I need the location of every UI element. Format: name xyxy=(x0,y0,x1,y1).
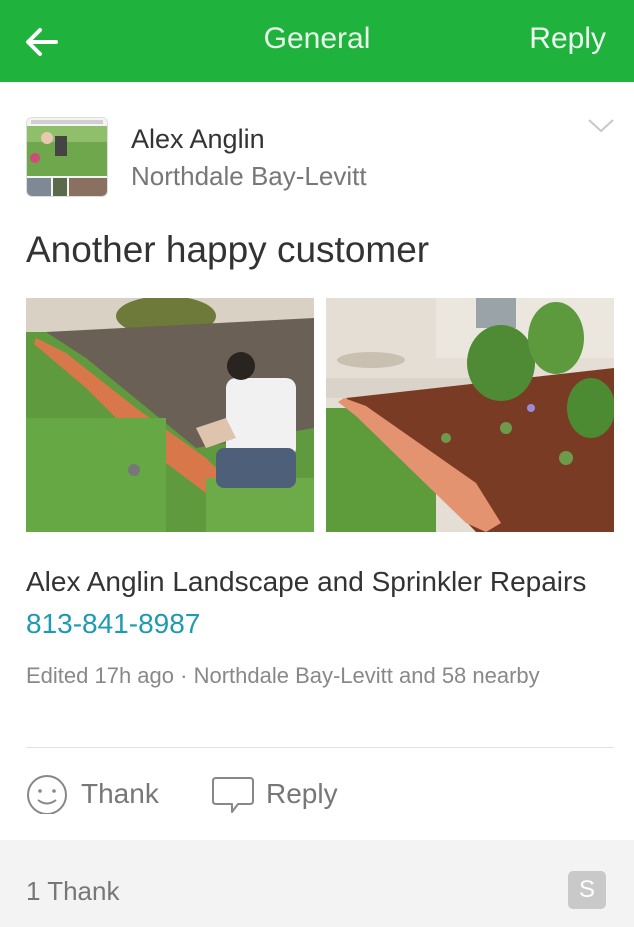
divider xyxy=(26,747,614,748)
post-body-text: Alex Anglin Landscape and Sprinkler Repa… xyxy=(26,566,587,597)
landscaper-photo-image xyxy=(26,298,314,532)
chevron-down-icon[interactable] xyxy=(586,116,616,136)
post-meta: Edited 17h ago · Northdale Bay-Levitt an… xyxy=(26,663,540,688)
post-subject: Another happy customer xyxy=(26,229,430,270)
avatar[interactable] xyxy=(26,117,108,197)
thanker-avatar-badge[interactable]: S xyxy=(568,871,606,909)
thank-label: Thank xyxy=(81,778,159,809)
thanks-footer: 1 Thank S xyxy=(0,840,634,927)
smiley-icon xyxy=(27,775,67,814)
avatar-image xyxy=(27,118,107,196)
phone-link[interactable]: 813-841-8987 xyxy=(26,608,200,639)
author-neighborhood: Northdale Bay-Levitt xyxy=(131,161,367,191)
thank-count[interactable]: 1 Thank xyxy=(26,876,119,907)
reply-label: Reply xyxy=(266,778,338,809)
header-reply-button[interactable]: Reply xyxy=(529,22,606,56)
author-name[interactable]: Alex Anglin xyxy=(131,124,265,155)
speech-bubble-icon xyxy=(212,777,254,813)
post-photo-2[interactable] xyxy=(326,298,614,532)
post-body: Alex Anglin Landscape and Sprinkler Repa… xyxy=(26,561,616,645)
mulch-bed-photo-image xyxy=(326,298,614,532)
post-photo-1[interactable] xyxy=(26,298,314,532)
top-bar: General Reply xyxy=(0,0,634,82)
